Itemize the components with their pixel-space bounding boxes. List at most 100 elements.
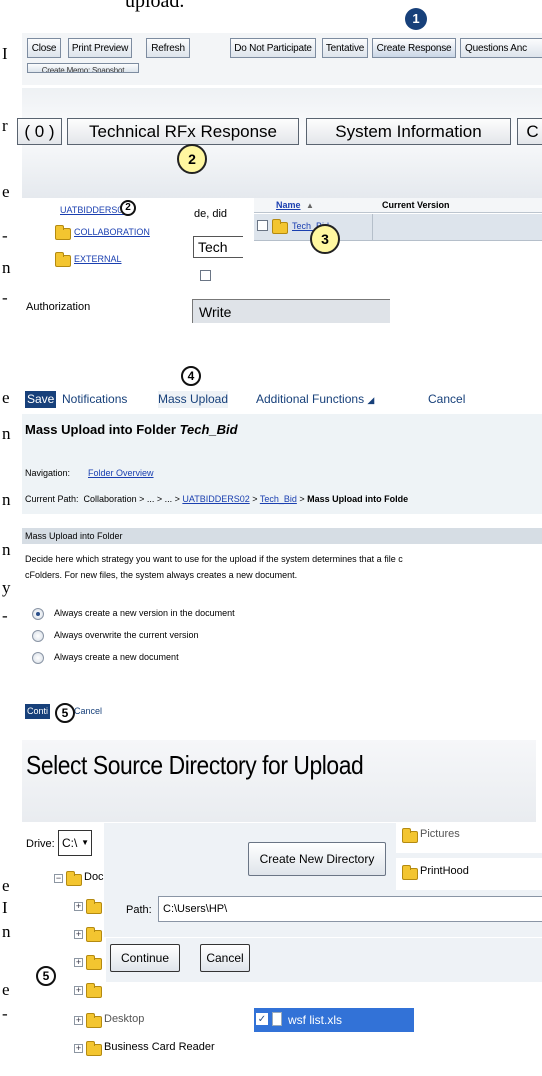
path-input[interactable]: C:\Users\HP\ [158,896,542,922]
collapse-icon[interactable]: − [54,874,63,883]
folder-printhood[interactable]: PrintHood [420,865,469,877]
refresh-button[interactable]: Refresh [146,38,190,58]
auth-label: Authorization [26,301,91,313]
tech-field[interactable]: Tech [193,236,243,258]
create-response-button[interactable]: Create Response [372,38,456,58]
breadcrumb-link[interactable]: UATBIDDERS02 [182,494,249,504]
step-marker-1: 1 [405,8,427,30]
do-not-participate-button[interactable]: Do Not Participate [230,38,316,58]
path-label: Path: [126,904,152,916]
folder-icon [86,1041,102,1056]
expand-icon[interactable]: + [74,986,83,995]
expand-icon[interactable]: + [74,902,83,911]
folder-icon [272,219,288,234]
option-new-version-label: Always create a new version in the docum… [54,608,235,618]
save-button[interactable]: Save [25,391,57,408]
tab-count[interactable]: ( 0 ) [17,118,62,145]
mass-upload-panel: Mass Upload into Folder Tech_Bid Navigat… [22,414,542,794]
step-marker-2b: 2 [120,200,136,216]
additional-functions-label: Additional Functions [256,392,365,406]
step-marker-5b: 5 [36,966,56,986]
file-name: wsf list.xls [288,1013,342,1027]
step-marker-3: 3 [310,224,340,254]
cancel-link[interactable]: Cancel [428,391,465,408]
doc-letter: e [2,182,10,201]
doc-letter: r [2,116,8,135]
doc-letter: n [2,922,11,941]
doc-letter: I [2,898,8,917]
create-new-directory-button[interactable]: Create New Directory [248,842,386,876]
option-new-document-label: Always create a new document [54,652,179,662]
tree-item-uatbidders[interactable]: UATBIDDERS02 [60,205,127,215]
tree-item-business-card-reader[interactable]: Business Card Reader [104,1041,215,1053]
folder-overview-link[interactable]: Folder Overview [88,468,154,478]
expand-icon[interactable]: + [74,1016,83,1025]
drive-select[interactable]: C:\ ▼ [58,830,92,856]
tab-system-information[interactable]: System Information [306,118,511,145]
doc-letter: - [2,226,8,245]
expand-icon[interactable]: + [74,930,83,939]
tab-more[interactable]: C [517,118,542,145]
create-memo-button[interactable]: Create Memo: Snapshot [27,63,139,73]
step-marker-2: 2 [177,144,207,174]
continue-button[interactable]: Continue [110,944,180,972]
auth-value: Write [192,299,390,323]
cancel-button[interactable]: Cancel [200,944,250,972]
option-new-version-radio[interactable] [32,608,44,620]
dialog-title: Select Source Directory for Upload [26,750,364,780]
step-marker-4: 4 [181,366,201,386]
col-divider [372,214,373,240]
doc-letter: n [2,490,11,509]
doc-letter: y [2,578,11,597]
navigation-label: Navigation: [25,468,71,478]
folder-pictures[interactable]: Pictures [420,828,460,840]
tree-item-external[interactable]: EXTERNAL [74,254,122,264]
continue-button[interactable]: Conti [25,704,51,719]
source-dir-dialog: Select Source Directory for Upload Drive… [22,740,542,1076]
folder-icon [402,865,418,880]
tree-item-documents[interactable]: Doc [84,871,104,883]
tab-panel: ( 0 ) Technical RFx Response System Info… [17,88,542,198]
additional-functions-menu[interactable]: Additional Functions ◢ [256,391,374,409]
doc-margin: I r e - n - e n n n y - e I n e - [0,0,20,1076]
tentative-button[interactable]: Tentative [322,38,368,58]
doc-letter: - [2,1004,8,1023]
breadcrumb-link[interactable]: Tech_Bid [260,494,297,504]
folder-table: Name ▲ Current Version Tech_Bid [254,198,542,266]
file-row-selected[interactable]: ✓ wsf list.xls [254,1008,414,1032]
folder-icon [86,955,102,970]
folder-icon [86,1013,102,1028]
close-button[interactable]: Close [27,38,61,58]
col-name[interactable]: Name [276,200,301,210]
tree-item-collaboration[interactable]: COLLABORATION [74,227,150,237]
cancel-button[interactable]: Cancel [74,704,102,719]
folder-icon [55,225,71,240]
option-overwrite-radio[interactable] [32,630,44,642]
row-select-checkbox[interactable] [257,220,268,231]
mass-upload-button[interactable]: Mass Upload [158,391,229,408]
description-line-1: Decide here which strategy you want to u… [25,554,403,564]
folders-panel: UATBIDDERS02 2 COLLABORATION EXTERNAL de… [22,198,542,358]
print-preview-button[interactable]: Print Preview [68,38,132,58]
notifications-button[interactable]: Notifications [62,391,127,408]
doc-letter: - [2,606,8,625]
expand-icon[interactable]: + [74,958,83,967]
tree-item-desktop[interactable]: Desktop [104,1013,144,1025]
questions-answers-button[interactable]: Questions Anc [460,38,542,58]
folder-icon [55,252,71,267]
option-new-document-radio[interactable] [32,652,44,664]
checkbox-checked-icon[interactable]: ✓ [256,1013,268,1025]
option-overwrite-label: Always overwrite the current version [54,630,199,640]
doc-letter: - [2,288,8,307]
folder-icon [86,927,102,942]
sort-asc-icon[interactable]: ▲ [306,201,314,210]
row-checkbox[interactable] [200,270,211,281]
expand-icon[interactable]: + [74,1044,83,1053]
file-icon [272,1012,282,1026]
triangle-down-icon: ◢ [367,395,375,405]
step-marker-5: 5 [55,703,75,723]
doc-letter: e [2,388,10,407]
doc-fragment-top: upload. [125,0,185,12]
tab-technical-rfx-response[interactable]: Technical RFx Response [67,118,299,145]
folder-icon [66,871,82,886]
